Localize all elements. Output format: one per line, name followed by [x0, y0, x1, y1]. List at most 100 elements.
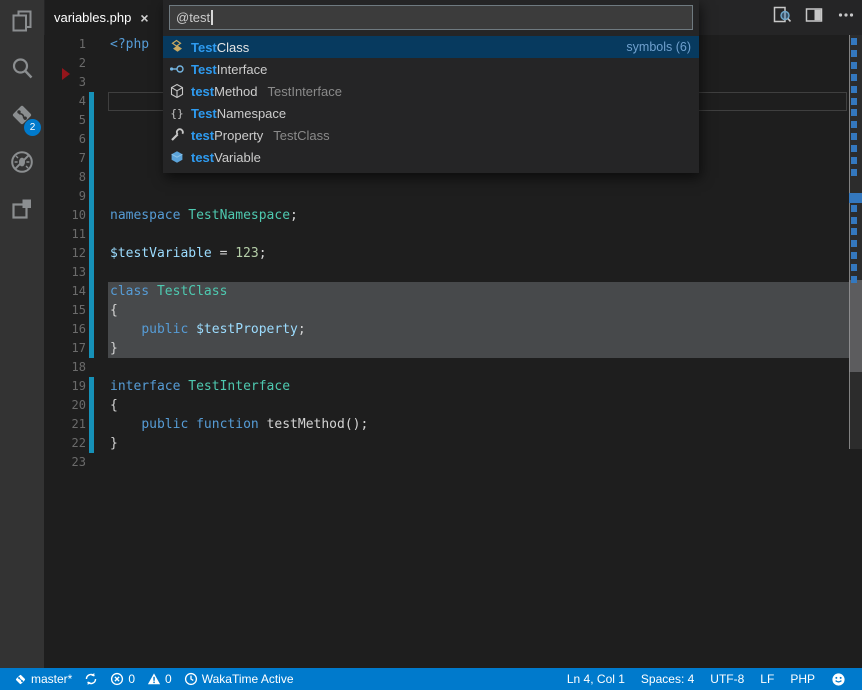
status-language-mode[interactable]: PHP — [782, 668, 823, 690]
line-number: 13 — [44, 263, 86, 282]
warning-icon — [147, 672, 161, 686]
overview-modified-mark — [851, 276, 857, 283]
smiley-icon — [831, 672, 846, 687]
quick-open-item-TestInterface[interactable]: TestInterface — [163, 58, 699, 80]
quick-open-item-testProperty[interactable]: testPropertyTestClass — [163, 124, 699, 146]
svg-text:{}: {} — [170, 107, 183, 120]
line-number: 11 — [44, 225, 86, 244]
code-line-1[interactable]: <?php — [110, 35, 149, 54]
line-number: 10 — [44, 206, 86, 225]
status-cursor-position[interactable]: Ln 4, Col 1 — [559, 668, 633, 690]
overview-modified-mark — [851, 228, 857, 235]
status-label: 0 — [165, 672, 172, 686]
quick-open-item-testVariable[interactable]: testVariable — [163, 146, 699, 168]
code-line-15[interactable]: { — [110, 301, 118, 320]
code-line-12[interactable]: $testVariable = 123; — [110, 244, 267, 263]
overview-modified-mark — [851, 169, 857, 176]
activity-bar-item-explorer[interactable] — [0, 0, 44, 47]
status-label: Ln 4, Col 1 — [567, 672, 625, 686]
line-number: 18 — [44, 358, 86, 377]
symbol-label: testProperty — [191, 128, 263, 143]
close-icon[interactable]: × — [140, 10, 148, 26]
activity-bar-item-search[interactable] — [0, 47, 44, 94]
symbol-label: testVariable — [191, 150, 261, 165]
scm-pending-changes-badge: 2 — [24, 119, 41, 136]
overview-ruler — [849, 35, 862, 668]
status-encoding[interactable]: UTF-8 — [702, 668, 752, 690]
quick-open-item-TestClass[interactable]: TestClass symbols (6) — [163, 36, 699, 58]
git-deleted-gutter-triangle — [62, 68, 70, 80]
overview-modified-mark — [851, 252, 857, 259]
overview-modified-mark — [851, 217, 857, 224]
code-line-22[interactable]: } — [110, 434, 118, 453]
extensions-icon — [9, 196, 35, 227]
class-icon — [169, 39, 187, 55]
code-line-20[interactable]: { — [110, 396, 118, 415]
more-actions-button[interactable] — [836, 8, 856, 28]
overview-modified-mark — [851, 121, 857, 128]
code-line-16[interactable]: public $testProperty; — [110, 320, 306, 339]
activity-bar-item-debug[interactable] — [0, 141, 44, 188]
status-bar-right: Ln 4, Col 1 Spaces: 4UTF-8 LF PHP — [559, 668, 862, 690]
quick-open-query-text: @test — [176, 10, 210, 25]
overview-range-mark — [849, 280, 862, 372]
line-number: 14 — [44, 282, 86, 301]
property-icon — [169, 127, 187, 143]
status-label: PHP — [790, 672, 815, 686]
status-git-branch[interactable]: master* — [8, 668, 78, 690]
line-number: 9 — [44, 187, 86, 206]
clock-icon — [184, 672, 198, 686]
tab-variables-php[interactable]: variables.php × — [45, 0, 163, 35]
quick-open-result-list: TestClass symbols (6) TestInterfacetestMet… — [163, 36, 699, 168]
symbol-container-label: TestInterface — [268, 84, 342, 99]
overview-modified-mark — [851, 145, 857, 152]
quick-open-input[interactable]: @test — [169, 5, 693, 30]
symbol-label: TestClass — [191, 40, 249, 55]
more-actions-icon — [837, 6, 855, 29]
editor-title-actions — [772, 0, 856, 35]
status-eol[interactable]: LF — [752, 668, 782, 690]
activity-bar-item-source-control[interactable]: 2 — [0, 94, 44, 141]
git-modified-gutter-stripe — [89, 377, 94, 453]
activity-bar-item-extensions[interactable] — [0, 188, 44, 235]
overview-modified-mark — [851, 109, 857, 116]
status-feedback[interactable] — [823, 668, 854, 690]
sync-icon — [84, 672, 98, 686]
status-warnings[interactable]: 0 — [141, 668, 178, 690]
overview-modified-mark — [851, 98, 857, 105]
overview-modified-mark — [851, 38, 857, 45]
git-modified-gutter-stripe — [89, 92, 94, 358]
code-line-19[interactable]: interface TestInterface — [110, 377, 290, 396]
line-number: 21 — [44, 415, 86, 434]
overview-modified-mark — [851, 86, 857, 93]
namespace-icon: {} — [169, 105, 187, 121]
line-number: 19 — [44, 377, 86, 396]
open-preview-button[interactable] — [772, 8, 792, 28]
status-wakatime[interactable]: WakaTime Active — [178, 668, 300, 690]
overview-modified-mark — [851, 205, 857, 212]
symbol-label: TestNamespace — [191, 106, 286, 121]
status-label: WakaTime Active — [202, 672, 294, 686]
text-caret — [211, 10, 213, 25]
quick-open-widget: @test TestClasssymbols (6)TestInterfacet… — [163, 0, 699, 173]
code-line-10[interactable]: namespace TestNamespace; — [110, 206, 298, 225]
status-errors[interactable]: 0 — [104, 668, 141, 690]
status-sync[interactable] — [78, 668, 104, 690]
quick-open-item-testMethod[interactable]: testMethodTestInterface — [163, 80, 699, 102]
variable-icon — [169, 149, 187, 165]
status-indentation[interactable]: Spaces: 4 — [633, 668, 702, 690]
split-editor-button[interactable] — [804, 8, 824, 28]
quick-open-item-TestNamespace[interactable]: {} TestNamespace — [163, 102, 699, 124]
search-icon — [9, 55, 35, 86]
status-label: 0 — [128, 672, 135, 686]
code-line-21[interactable]: public function testMethod(); — [110, 415, 368, 434]
status-bar-left: master* 0 0 WakaTime Active — [0, 668, 300, 690]
results-count-badge: symbols (6) — [626, 40, 691, 54]
status-label: LF — [760, 672, 774, 686]
activity-bar: 2 — [0, 0, 44, 668]
code-line-17[interactable]: } — [110, 339, 118, 358]
overview-modified-mark — [851, 50, 857, 57]
files-icon — [9, 8, 35, 39]
code-line-14[interactable]: class TestClass — [110, 282, 227, 301]
error-icon — [110, 672, 124, 686]
